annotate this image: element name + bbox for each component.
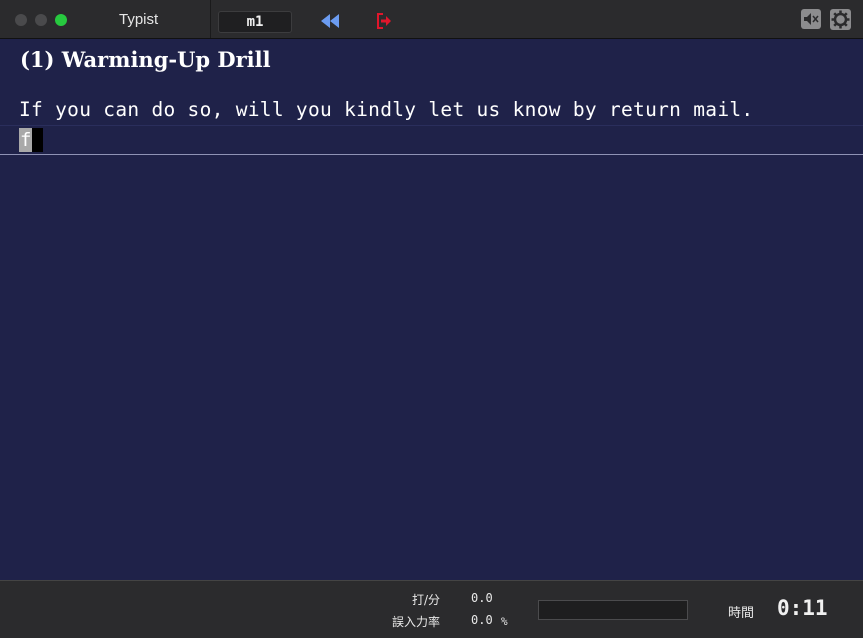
typist-window: Typist m1 (1) Warming-Up Drill If you ca… [0, 0, 863, 638]
gear-icon[interactable] [830, 9, 851, 30]
error-rate-label: 誤入力率 [391, 615, 440, 629]
drill-area: (1) Warming-Up Drill If you can do so, w… [0, 39, 863, 580]
typed-text: f [19, 128, 33, 152]
close-window-button[interactable] [15, 14, 27, 26]
prompt-text: If you can do so, will you kindly let us… [19, 98, 754, 121]
toolbar-divider [210, 0, 211, 38]
progress-bar [538, 600, 688, 620]
rewind-icon[interactable] [320, 13, 340, 29]
speed-label: 打/分 [411, 593, 440, 607]
minimize-window-button[interactable] [35, 14, 47, 26]
exit-icon[interactable] [376, 12, 392, 30]
typing-input-line[interactable]: f [0, 125, 863, 155]
error-rate-unit: % [501, 615, 508, 628]
app-title: Typist [119, 11, 159, 28]
time-label: 時間 [728, 606, 755, 621]
mode-indicator[interactable]: m1 [218, 11, 292, 33]
maximize-window-button[interactable] [55, 14, 67, 26]
status-bar: 打/分 0.0 誤入力率 0.0 % 時間 0:11 [0, 580, 863, 638]
error-rate-value: 0.0 [471, 613, 493, 627]
title-bar: Typist m1 [0, 0, 863, 39]
time-value: 0:11 [777, 596, 828, 620]
drill-title: (1) Warming-Up Drill [20, 47, 271, 72]
text-cursor [32, 128, 43, 152]
speaker-mute-icon[interactable] [801, 9, 821, 29]
speed-value: 0.0 [471, 591, 493, 605]
